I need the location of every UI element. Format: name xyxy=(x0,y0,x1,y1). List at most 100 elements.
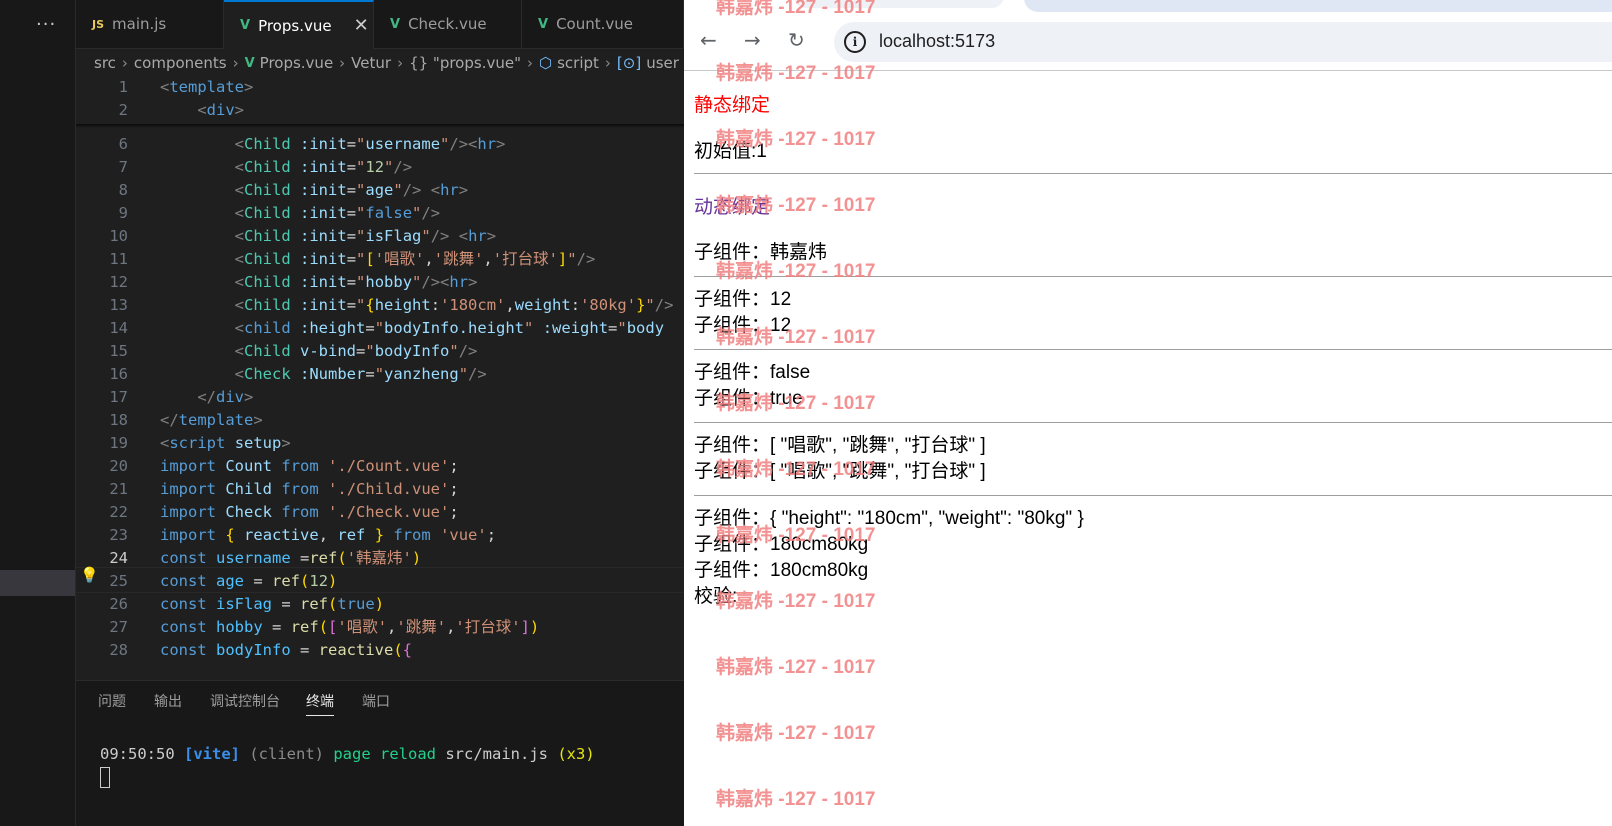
code-line[interactable]: 11 <Child :init="['唱歌','跳舞','打台球']"/> xyxy=(76,248,684,271)
panel-tab-output[interactable]: 输出 xyxy=(154,691,182,711)
code-line[interactable]: 12 <Child :init="hobby"/><hr> xyxy=(76,271,684,294)
line-number: 26 xyxy=(109,595,128,613)
code-line[interactable]: 28 const bodyInfo = reactive({ xyxy=(76,639,684,662)
divider xyxy=(694,276,1612,277)
tab-props-vue[interactable]: V Props.vue ✕ xyxy=(224,0,374,49)
code-line[interactable]: 14 <child :height="bodyInfo.height" :wei… xyxy=(76,317,684,340)
code-line[interactable]: 19 <script setup> xyxy=(76,432,684,455)
code-text: <Check :Number="yanzheng"/> xyxy=(234,365,487,383)
code-text: import { reactive, ref } from 'vue'; xyxy=(160,526,497,544)
code-line[interactable]: 17 </div> xyxy=(76,386,684,409)
code-line[interactable]: 8 <Child :init="age"/> <hr> xyxy=(76,179,684,202)
browser-tab-active[interactable] xyxy=(1024,0,1612,12)
breadcrumb-item[interactable]: Props.vue xyxy=(260,54,334,72)
code-text: <template> xyxy=(160,78,254,96)
chevron-right-icon: › xyxy=(121,54,128,72)
code-line[interactable]: 16 <Check :Number="yanzheng"/> xyxy=(76,363,684,386)
more-actions-icon[interactable]: ··· xyxy=(36,14,56,35)
breadcrumb-item[interactable]: user xyxy=(646,54,679,72)
watermark-text: 韩嘉炜 -127 - 1017 xyxy=(716,789,876,810)
code-text: <Child v-bind="bodyInfo"/> xyxy=(234,342,478,360)
code-line[interactable]: 27 const hobby = ref(['唱歌','跳舞','打台球']) xyxy=(76,616,684,639)
terminal-output[interactable]: 09:50:50 [vite] (client) page reload src… xyxy=(100,745,595,763)
divider xyxy=(694,349,1612,350)
editor-tabs: JS main.js V Props.vue ✕ V Check.vue V C… xyxy=(76,0,684,49)
divider xyxy=(694,422,1612,423)
code-line[interactable]: 26 const isFlag = ref(true) xyxy=(76,593,684,616)
code-line[interactable]: 13 <Child :init="{height:'180cm',weight:… xyxy=(76,294,684,317)
reload-icon[interactable]: ↻ xyxy=(788,28,805,52)
code-line[interactable]: 21 import Child from './Child.vue'; xyxy=(76,478,684,501)
line-number: 27 xyxy=(109,618,128,636)
chevron-right-icon: › xyxy=(604,54,611,72)
tab-check-vue[interactable]: V Check.vue xyxy=(374,0,522,48)
divider xyxy=(694,173,1612,174)
breadcrumb-item[interactable]: src xyxy=(94,54,116,72)
breadcrumb-item[interactable]: Vetur xyxy=(351,54,391,72)
close-tab-icon[interactable]: ✕ xyxy=(354,15,369,36)
code-text: <script setup> xyxy=(160,434,291,452)
code-line[interactable]: 10 <Child :init="isFlag"/> <hr> xyxy=(76,225,684,248)
panel-tab-terminal[interactable]: 终端 xyxy=(306,691,334,716)
back-arrow-icon[interactable]: ← xyxy=(700,28,717,52)
sticky-scroll-shadow xyxy=(76,124,684,128)
panel-tab-debug-console[interactable]: 调试控制台 xyxy=(210,691,280,711)
tab-count-vue[interactable]: V Count.vue xyxy=(522,0,684,48)
code-line[interactable]: 1 <template> xyxy=(76,76,684,99)
code-line[interactable]: 18 </template> xyxy=(76,409,684,432)
code-line[interactable]: 20 import Count from './Count.vue'; xyxy=(76,455,684,478)
chevron-right-icon: › xyxy=(526,54,533,72)
chevron-right-icon: › xyxy=(232,54,239,72)
code-line[interactable]: 23 import { reactive, ref } from 'vue'; xyxy=(76,524,684,547)
vue-file-icon: V xyxy=(244,55,255,71)
line-number: 17 xyxy=(109,388,128,406)
code-text: <Child :init="false"/> xyxy=(234,204,441,222)
variable-icon: [⊙] xyxy=(616,54,642,72)
code-text: import Child from './Child.vue'; xyxy=(160,480,459,498)
bottom-panel: 问题 输出 调试控制台 终端 端口 09:50:50 [vite] (clien… xyxy=(76,680,684,826)
vue-file-icon: V xyxy=(240,18,251,33)
code-text: <Child :init="{height:'180cm',weight:'80… xyxy=(234,296,674,314)
code-text: import Count from './Count.vue'; xyxy=(160,457,459,475)
chevron-right-icon: › xyxy=(397,54,404,72)
line-number: 22 xyxy=(109,503,128,521)
code-text: <Child :init="age"/> <hr> xyxy=(234,181,469,199)
url-text[interactable]: localhost:5173 xyxy=(879,31,995,52)
breadcrumb-item[interactable]: {} "props.vue" xyxy=(409,54,521,72)
address-bar[interactable]: i localhost:5173 xyxy=(834,22,1612,62)
code-line[interactable]: 2 <div> xyxy=(76,99,684,122)
activity-selection xyxy=(0,570,75,596)
breadcrumb-item[interactable]: components xyxy=(134,54,227,72)
code-line[interactable]: 15 <Child v-bind="bodyInfo"/> xyxy=(76,340,684,363)
tab-main-js[interactable]: JS main.js xyxy=(76,0,224,48)
lightbulb-icon[interactable]: 💡 xyxy=(80,566,99,584)
terminal-cursor xyxy=(100,767,110,788)
panel-tab-ports[interactable]: 端口 xyxy=(362,691,390,711)
line-number: 12 xyxy=(109,273,128,291)
code-text: <Child :init="['唱歌','跳舞','打台球']"/> xyxy=(234,250,596,268)
site-info-icon[interactable]: i xyxy=(844,31,866,53)
browser-toolbar: ← → ↻ i localhost:5173 xyxy=(684,16,1612,71)
line-number: 8 xyxy=(118,181,128,199)
browser-window: ← → ↻ i localhost:5173 静态绑定 初始值:1 动态绑定 子… xyxy=(684,0,1612,826)
line-number: 23 xyxy=(109,526,128,544)
breadcrumb-item[interactable]: script xyxy=(557,54,599,72)
code-line[interactable]: 7 <Child :init="12"/> xyxy=(76,156,684,179)
browser-tab[interactable] xyxy=(794,0,1004,8)
code-line[interactable]: 9 <Child :init="false"/> xyxy=(76,202,684,225)
panel-tab-problems[interactable]: 问题 xyxy=(98,691,126,711)
line-number: 1 xyxy=(118,78,128,96)
forward-arrow-icon[interactable]: → xyxy=(744,28,761,52)
code-line[interactable]: 22 import Check from './Check.vue'; xyxy=(76,501,684,524)
activity-bar: ··· xyxy=(0,0,76,826)
line-number: 10 xyxy=(109,227,128,245)
browser-tabstrip xyxy=(684,0,1612,16)
watermark-text: 韩嘉炜 -127 - 1017 xyxy=(716,657,876,678)
code-text: <Child :init="isFlag"/> <hr> xyxy=(234,227,497,245)
code-line[interactable]: 6 <Child :init="username"/><hr> xyxy=(76,133,684,156)
check-label: 校验: xyxy=(694,586,738,607)
tab-label: Check.vue xyxy=(408,15,487,33)
code-text: <Child :init="hobby"/><hr> xyxy=(234,273,478,291)
code-text: </div> xyxy=(197,388,254,406)
vue-file-icon: V xyxy=(390,16,401,32)
